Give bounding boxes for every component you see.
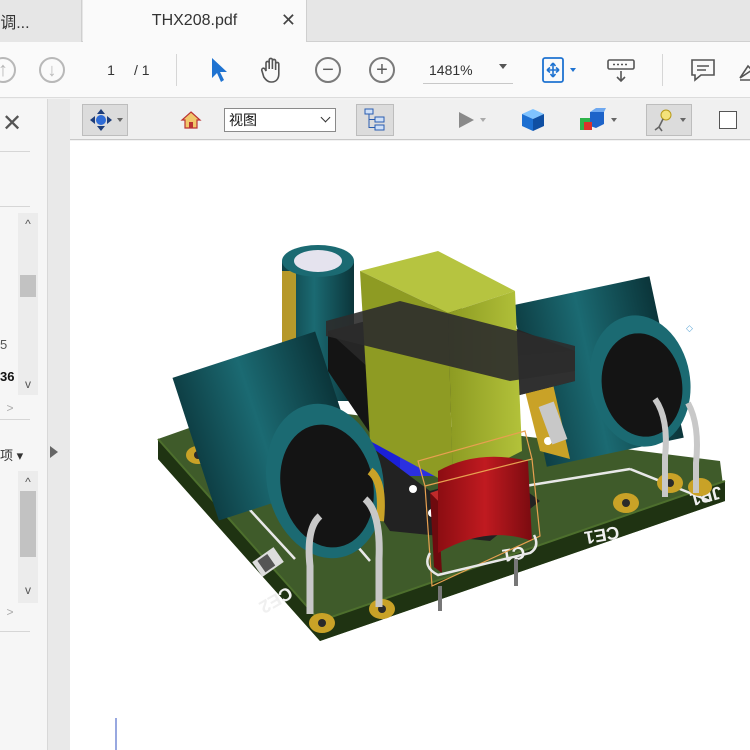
scrollbar-thumb[interactable] [20, 491, 36, 557]
tab-close-icon[interactable]: ✕ [281, 10, 296, 31]
axis-indicator: ◇ [686, 323, 693, 333]
panel-divider [0, 631, 30, 632]
toolbar-divider [176, 54, 177, 86]
comment-button[interactable] [688, 56, 718, 84]
render-mode-icon [522, 109, 544, 131]
fit-page-icon [541, 57, 564, 83]
lighting-button[interactable] [574, 104, 620, 136]
chevron-up-icon[interactable]: ^ [18, 217, 38, 231]
options-menu-label[interactable]: 项 ▾ [0, 445, 23, 464]
chevron-down-icon [679, 118, 686, 122]
chevron-down-icon [569, 68, 576, 72]
sign-icon [739, 64, 750, 81]
chevron-down-icon[interactable]: v [18, 377, 38, 391]
play-animation-icon [458, 112, 474, 128]
read-mode-icon [607, 59, 635, 83]
panel-divider [0, 151, 30, 152]
model-tree-scrollbar[interactable]: ^ v [18, 213, 38, 395]
navigation-panel: ✕ ^ v 5 36 > 项 ▾ ^ v > [0, 99, 48, 750]
panel-divider [0, 419, 30, 420]
toggle-checkbox[interactable] [716, 104, 740, 136]
fit-page-button[interactable] [536, 56, 580, 84]
hand-tool-icon [260, 57, 280, 83]
chevron-right-icon[interactable]: > [0, 605, 20, 619]
page-up-icon: ↑ [0, 57, 16, 83]
panel-divider [0, 206, 30, 207]
properties-scrollbar[interactable]: ^ v [18, 471, 38, 603]
pcb-3d-model[interactable]: CE2 CE1 C1 JP1 ◇ [70, 141, 750, 750]
page-down-icon: ↓ [39, 57, 65, 83]
chevron-right-icon[interactable]: > [0, 401, 20, 415]
scrollbar-thumb[interactable] [20, 275, 36, 297]
zoom-out-button[interactable]: − [314, 56, 342, 84]
close-panel-icon[interactable]: ✕ [0, 109, 24, 138]
home-view-icon [180, 111, 202, 129]
rotate-tool-icon [89, 109, 112, 131]
zoom-in-icon: + [369, 57, 395, 83]
view-select[interactable]: 视图 [224, 108, 336, 132]
read-mode-button[interactable] [604, 56, 638, 84]
select-tool-button[interactable] [204, 56, 232, 84]
select-cursor-icon [212, 58, 227, 82]
hand-tool-button[interactable] [256, 56, 288, 84]
main-toolbar: ↑ ↓ / 1 − + 1481% [0, 42, 750, 98]
home-view-button[interactable] [178, 104, 204, 136]
background-color-icon [654, 109, 671, 132]
rotate-tool-button[interactable] [82, 104, 128, 136]
chevron-up-icon[interactable]: ^ [18, 475, 38, 489]
toolbar-divider [662, 54, 663, 86]
expand-panel-icon[interactable] [50, 446, 58, 458]
tree-item-text: 36 [0, 369, 15, 384]
checkbox-icon [719, 111, 737, 129]
zoom-value: 1481% [429, 61, 473, 78]
chevron-down-icon [499, 64, 507, 69]
model-tree-button[interactable] [356, 104, 394, 136]
zoom-in-button[interactable]: + [368, 56, 396, 84]
model-tree-icon [364, 108, 385, 131]
comment-icon [691, 59, 715, 82]
tab-previous-document[interactable]: rd调... [0, 0, 82, 42]
chevron-down-icon[interactable]: v [18, 583, 38, 597]
page-up-button[interactable]: ↑ [0, 56, 16, 84]
tab-previous-label: rd调... [0, 15, 30, 32]
3d-viewport[interactable]: CE2 CE1 C1 JP1 ◇ [70, 141, 750, 750]
background-color-button[interactable] [646, 104, 692, 136]
zoom-out-icon: − [315, 57, 341, 83]
chevron-down-icon [610, 118, 617, 122]
3d-toolbar: 视图 [70, 100, 750, 140]
tab-strip: rd调... THX208.pdf ✕ [0, 0, 750, 42]
lighting-icon [579, 108, 606, 130]
panel-gutter [48, 99, 70, 750]
chevron-down-icon [116, 118, 123, 122]
chevron-down-icon [320, 112, 331, 123]
zoom-select[interactable]: 1481% [423, 56, 513, 84]
tree-item-text: 5 [0, 337, 8, 352]
tab-active-label: THX208.pdf [151, 12, 238, 29]
page-total: / 1 [134, 62, 150, 78]
page-number-input[interactable] [92, 57, 130, 83]
chevron-down-icon [479, 118, 486, 122]
view-select-value: 视图 [229, 112, 257, 128]
play-animation-button[interactable] [448, 104, 492, 136]
render-mode-button[interactable] [518, 104, 548, 136]
tab-thx208-pdf[interactable]: THX208.pdf ✕ [83, 0, 307, 42]
sign-button[interactable] [738, 56, 750, 84]
page-down-button[interactable]: ↓ [38, 56, 66, 84]
